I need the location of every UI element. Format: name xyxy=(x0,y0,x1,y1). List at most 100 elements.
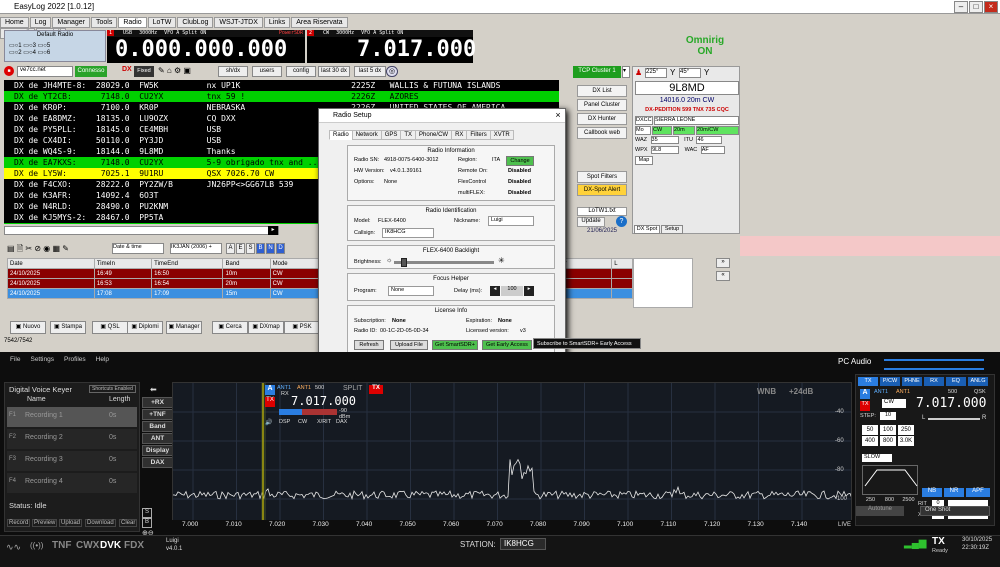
right-ant2[interactable]: ANT1 xyxy=(896,389,910,395)
right-tab-eq[interactable]: EQ xyxy=(946,377,966,386)
right-tab-phne[interactable]: PHNE xyxy=(902,377,922,386)
one-shot-select[interactable]: One Shot xyxy=(920,506,990,516)
slice-flag[interactable]: A ANT1 ANT1 500 RX SPLIT TX TX 7.017.000… xyxy=(265,385,383,431)
right-frequency[interactable]: 7.017.000 xyxy=(916,396,986,411)
filter-250[interactable]: 250 xyxy=(898,425,914,435)
dvk-btn-preview[interactable]: Preview xyxy=(32,519,58,527)
dvk-btn-clear[interactable]: Clear xyxy=(119,519,138,527)
recording-row[interactable]: F1 Recording 1 0s xyxy=(7,407,137,427)
cluster-btn-config[interactable]: config xyxy=(286,66,316,77)
bottom-btn-nuovo[interactable]: ▣ Nuovo xyxy=(10,321,46,334)
side-btn-dx-spot-alert[interactable]: DX-Spot Alert xyxy=(577,184,627,196)
update-button[interactable]: Update xyxy=(577,217,605,227)
dvk-btn-upload[interactable]: Upload xyxy=(59,519,83,527)
fixed-button[interactable]: Fixed xyxy=(134,66,154,77)
agc-select[interactable]: SLOW xyxy=(862,454,892,462)
side-btn-dx-list[interactable]: DX List xyxy=(577,85,627,97)
split-label[interactable]: SPLIT xyxy=(343,385,362,392)
frequency-axis[interactable]: 7.000 7.010 7.020 7.030 7.040 7.050 7.060 7.070… xyxy=(172,520,852,532)
radio-selector[interactable]: ▭○1 ▭○3 ▭○5 ▭○2 ▭○4 ▭○6 xyxy=(9,42,50,56)
filter-50[interactable]: 50 xyxy=(862,425,878,435)
ss-menu-file[interactable]: File xyxy=(10,356,20,363)
filter-shape[interactable] xyxy=(862,465,918,495)
recording-row[interactable]: F3 Recording 3 0s xyxy=(7,451,137,471)
menu-tools[interactable]: Tools xyxy=(91,17,118,28)
fdx-button[interactable]: FDX xyxy=(124,540,144,551)
slice-tab-cw[interactable]: CW xyxy=(298,419,307,425)
menu-clublog[interactable]: ClubLog xyxy=(177,17,214,28)
program-select[interactable]: None xyxy=(388,286,434,296)
right-tab-anlg[interactable]: ANLG xyxy=(968,377,988,386)
cluster-btn-users[interactable]: users xyxy=(252,66,282,77)
dvk-btn-record[interactable]: Record xyxy=(7,519,31,527)
help-icon[interactable]: ? xyxy=(616,216,627,227)
delay-decrease-button[interactable]: ◂ xyxy=(490,286,500,296)
nr-button[interactable]: NR xyxy=(944,488,964,497)
get-smartsdr-plus-button[interactable]: Get SmartSDR+ xyxy=(432,340,478,350)
sort-select[interactable]: Date & time xyxy=(112,243,164,254)
tab-rx[interactable]: RX xyxy=(451,130,468,140)
col-date[interactable]: Date xyxy=(7,258,95,269)
connect-button[interactable]: Connesso xyxy=(75,66,107,77)
get-early-access-button[interactable]: Get Early Access xyxy=(482,340,532,350)
filter-width-2500[interactable]: 2500 xyxy=(900,497,917,503)
balance-slider[interactable] xyxy=(928,418,980,420)
nb-button[interactable]: NB xyxy=(922,488,942,497)
right-mode-select[interactable]: CW xyxy=(882,399,906,408)
bottom-btn-manager[interactable]: ▣ Manager xyxy=(166,321,202,334)
slice-tab-dsp[interactable]: DSP xyxy=(279,419,290,425)
speaker-icon[interactable]: 🔊 xyxy=(265,419,272,426)
ss-menu-profiles[interactable]: Profiles xyxy=(64,356,86,363)
bottom-btn-stampa[interactable]: ▣ Stampa xyxy=(50,321,86,334)
tab-dx-spot[interactable]: DX Spot xyxy=(634,225,660,234)
bottom-btn-cerca[interactable]: ▣ Cerca xyxy=(212,321,248,334)
tab-xvtr[interactable]: XVTR xyxy=(489,130,514,140)
close-button[interactable]: × xyxy=(984,1,998,13)
filter-800[interactable]: 800 xyxy=(880,436,896,446)
right-tab-rx[interactable]: RX xyxy=(924,377,944,386)
footer-tx[interactable]: TX xyxy=(932,536,945,547)
recording-row[interactable]: F2 Recording 2 0s xyxy=(7,429,137,449)
pan-btn-display[interactable]: Display xyxy=(142,445,173,456)
next-page-button[interactable]: » xyxy=(716,258,730,268)
cwx-button[interactable]: CWX xyxy=(76,540,99,551)
vfo1-display[interactable]: 1 USB 3000Hz VFO A Split ON PowerSDR 0.0… xyxy=(107,30,305,63)
back-arrow-icon[interactable]: ⬅ xyxy=(150,385,157,394)
pan-btn-rx[interactable]: +RX xyxy=(142,397,173,408)
cluster-btn-last-5-dx[interactable]: last 5 dx xyxy=(354,66,386,77)
filter-400[interactable]: 400 xyxy=(862,436,878,446)
log-filter-e[interactable]: E xyxy=(236,243,245,254)
side-btn-spot-filters[interactable]: Spot Filters xyxy=(577,171,627,183)
prev-page-button[interactable]: « xyxy=(716,271,730,281)
slice-tab-dax[interactable]: DAX xyxy=(336,419,347,425)
vfo2-display[interactable]: 2 CW 3000Hz VFO A Split ON 7.017.000 xyxy=(307,30,476,63)
cluster-line[interactable]: DX de YT2CB: 7148.0 CU2YX tnx 59 ! 2226Z… xyxy=(4,91,559,102)
col-l[interactable]: L xyxy=(611,258,633,269)
slice-tx-icon[interactable]: TX xyxy=(265,397,275,407)
tab-filters[interactable]: Filters xyxy=(466,130,491,140)
dvk-btn-download[interactable]: Download xyxy=(85,519,116,527)
change-region-button[interactable]: Change xyxy=(506,156,534,166)
toolbar-icons[interactable]: ✎ ⌂ ⚙ ▣ xyxy=(158,66,191,75)
tab-radio[interactable]: Radio xyxy=(329,130,353,140)
step-value[interactable]: 10 xyxy=(880,412,896,420)
tnf-button[interactable]: TNF xyxy=(52,540,71,551)
filter-width-800[interactable]: 800 xyxy=(881,497,898,503)
pan-btn-dax[interactable]: DAX xyxy=(142,457,173,468)
autotune-button[interactable]: Autotune xyxy=(856,506,904,516)
station-select[interactable]: IK3JAN (2006) + xyxy=(170,243,222,254)
tab-phone-cw[interactable]: Phone/CW xyxy=(415,130,453,140)
right-ant1[interactable]: ANT1 xyxy=(874,389,888,395)
filter-width-250[interactable]: 250 xyxy=(862,497,879,503)
callsign-input[interactable]: IK8HCG xyxy=(382,228,434,238)
globe-icon[interactable]: ◎ xyxy=(386,66,398,77)
tab-gps[interactable]: GPS xyxy=(380,130,402,140)
menu-wsjt-jtdx[interactable]: WSJT-JTDX xyxy=(214,17,263,28)
slice-tab-x-rit[interactable]: X/RIT xyxy=(317,419,331,425)
menu-log[interactable]: Log xyxy=(29,17,52,28)
bottom-btn-diplomi[interactable]: ▣ Diplomi xyxy=(127,321,163,334)
s-button[interactable]: S xyxy=(142,508,152,518)
recording-row[interactable]: F4 Recording 4 0s xyxy=(7,473,137,493)
dvk-button[interactable]: DVK xyxy=(100,540,121,551)
menu-radio[interactable]: Radio xyxy=(118,17,147,28)
